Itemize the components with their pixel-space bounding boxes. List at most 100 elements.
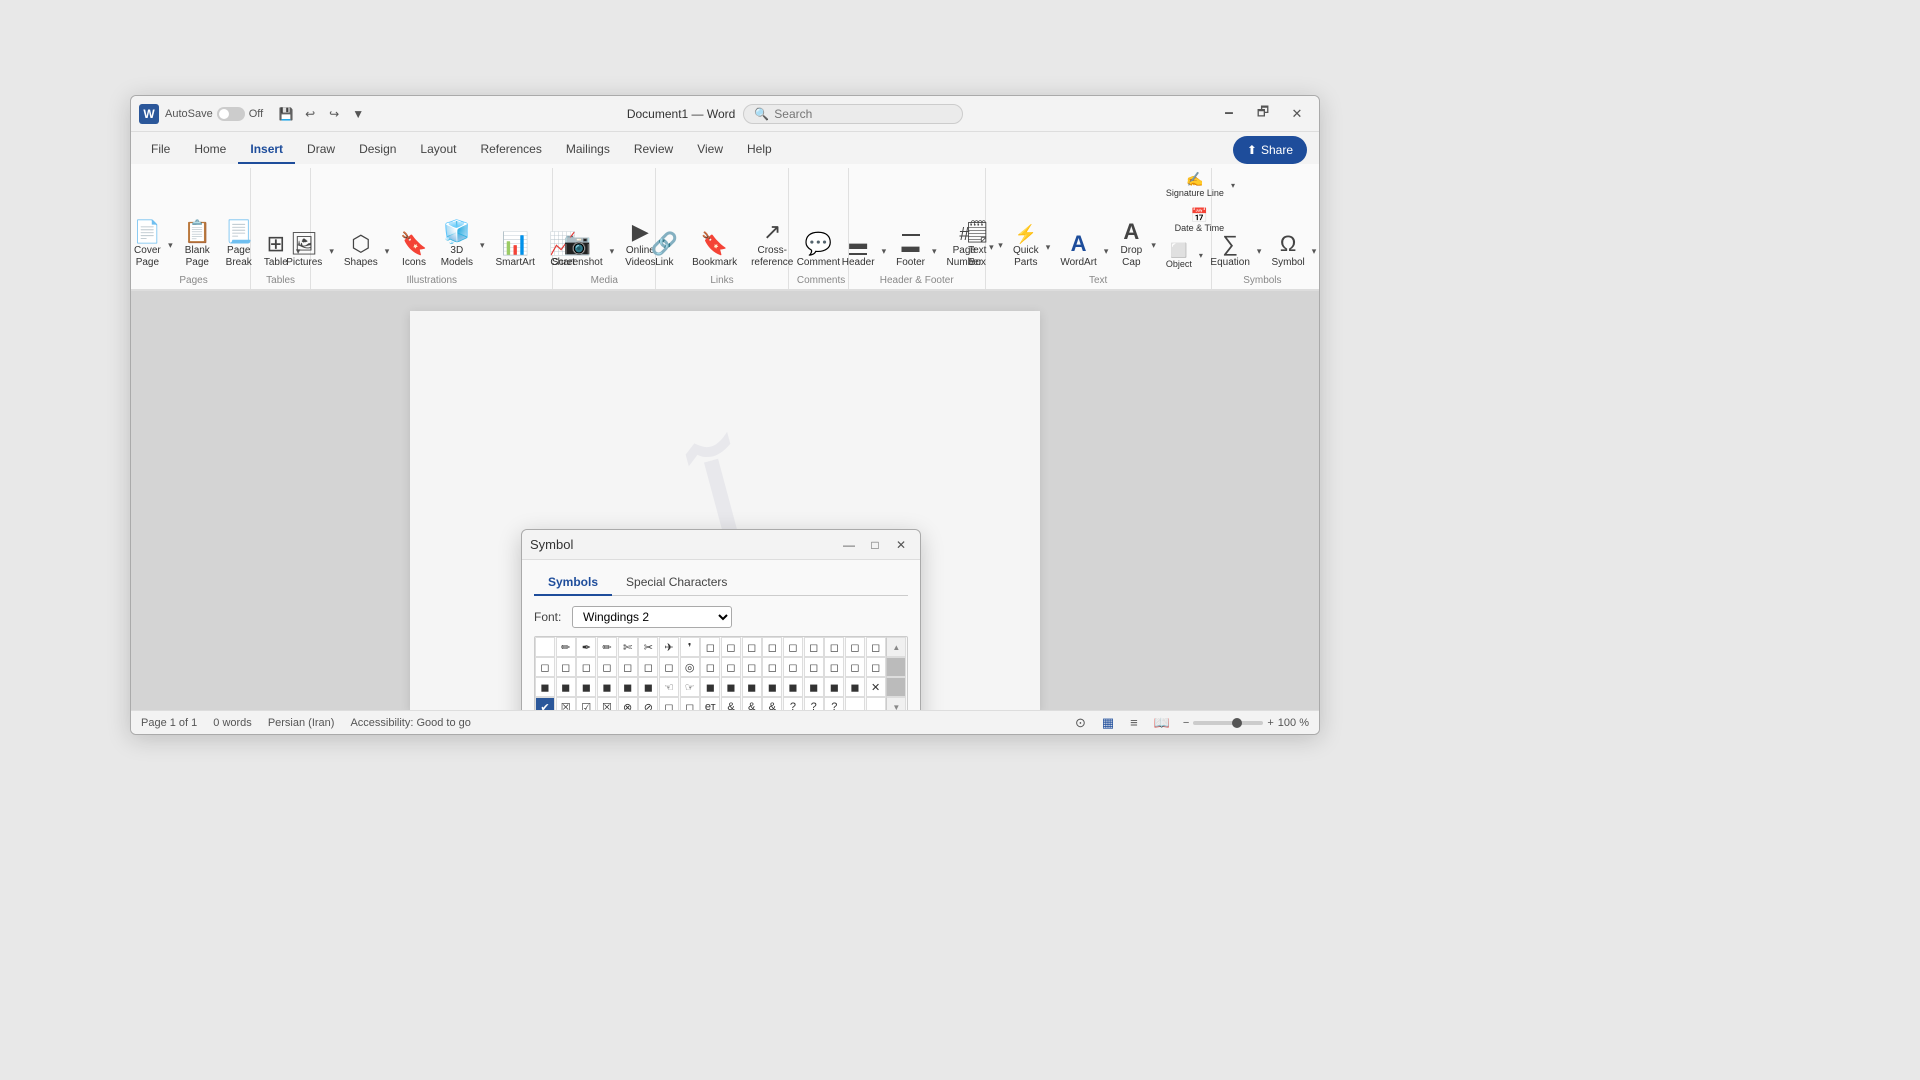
header-arrow[interactable]: ▾ bbox=[880, 242, 890, 261]
symbol-cell[interactable]: ✔ bbox=[535, 697, 555, 710]
symbol-cell[interactable]: ◻ bbox=[721, 657, 741, 677]
symbol-cell[interactable]: & bbox=[762, 697, 782, 710]
symbol-cell[interactable]: ◻ bbox=[783, 637, 803, 657]
symbol-cell[interactable]: ◼ bbox=[783, 677, 803, 697]
equation-button[interactable]: ∑ Equation bbox=[1205, 229, 1254, 273]
symbol-cell[interactable]: ◼ bbox=[576, 677, 596, 697]
symbol-cell[interactable]: ◼ bbox=[762, 677, 782, 697]
pictures-arrow[interactable]: ▾ bbox=[327, 242, 337, 261]
tab-file[interactable]: File bbox=[139, 136, 182, 164]
symbol-cell[interactable]: ◼ bbox=[845, 677, 865, 697]
symbol-cell[interactable]: ◻ bbox=[700, 637, 720, 657]
dialog-tab-symbols[interactable]: Symbols bbox=[534, 570, 612, 596]
symbol-cell[interactable]: ◻ bbox=[783, 657, 803, 677]
symbol-cell[interactable]: ◻ bbox=[597, 657, 617, 677]
window-close-button[interactable]: ✕ bbox=[1283, 103, 1311, 125]
symbol-cell[interactable]: ◻ bbox=[804, 657, 824, 677]
symbol-cell[interactable]: ? bbox=[824, 697, 844, 710]
symbol-cell[interactable]: ✕ bbox=[866, 677, 886, 697]
tab-help[interactable]: Help bbox=[735, 136, 784, 164]
symbol-cell[interactable]: ◻ bbox=[762, 637, 782, 657]
symbol-cell[interactable]: ◼ bbox=[535, 677, 555, 697]
restore-button[interactable]: 🗗 bbox=[1249, 103, 1277, 125]
symbol-cell[interactable]: ◼ bbox=[721, 677, 741, 697]
symbol-cell[interactable]: ◻ bbox=[762, 657, 782, 677]
symbol-cell[interactable]: ◻ bbox=[535, 657, 555, 677]
shapes-arrow[interactable]: ▾ bbox=[383, 242, 393, 261]
tab-references[interactable]: References bbox=[468, 136, 553, 164]
symbol-cell[interactable]: ◻ bbox=[824, 637, 844, 657]
dialog-restore-button[interactable]: □ bbox=[864, 536, 886, 554]
symbol-cell[interactable]: ☜ bbox=[659, 677, 679, 697]
symbol-cell[interactable]: ◻ bbox=[680, 697, 700, 710]
font-select[interactable]: Wingdings 2 Symbol Webdings Wingdings Wi… bbox=[572, 606, 732, 628]
print-layout-button[interactable]: ▦ bbox=[1099, 714, 1117, 732]
screenshot-arrow[interactable]: ▾ bbox=[608, 242, 618, 261]
3d-models-button[interactable]: 🧊 3DModels bbox=[436, 217, 478, 273]
textbox-button[interactable]: 🗒 TextBox bbox=[958, 217, 996, 273]
undo-button[interactable]: ↩ bbox=[299, 103, 321, 125]
search-bar[interactable]: 🔍 bbox=[743, 104, 963, 124]
symbol-cell[interactable]: ✒ bbox=[576, 637, 596, 657]
tab-design[interactable]: Design bbox=[347, 136, 408, 164]
wordart-arrow[interactable]: ▾ bbox=[1102, 242, 1112, 261]
header-button[interactable]: ▬ Header bbox=[837, 230, 880, 273]
symbol-cell[interactable]: ◼ bbox=[824, 677, 844, 697]
symbol-cell[interactable]: ◼ bbox=[618, 677, 638, 697]
symbol-cell[interactable]: ◼ bbox=[556, 677, 576, 697]
symbol-cell[interactable]: ⊗ bbox=[618, 697, 638, 710]
symbol-cell[interactable]: ◻ bbox=[659, 657, 679, 677]
symbol-cell[interactable]: ? bbox=[783, 697, 803, 710]
tab-insert[interactable]: Insert bbox=[238, 136, 295, 164]
symbol-cell[interactable]: ◻ bbox=[845, 637, 865, 657]
tab-mailings[interactable]: Mailings bbox=[554, 136, 622, 164]
tab-draw[interactable]: Draw bbox=[295, 136, 347, 164]
link-button[interactable]: 🔗 Link bbox=[645, 229, 684, 273]
footer-button[interactable]: ▬ Footer bbox=[891, 230, 930, 273]
focus-mode-button[interactable]: ⊙ bbox=[1072, 714, 1089, 732]
equation-arrow[interactable]: ▾ bbox=[1255, 242, 1265, 261]
icons-button[interactable]: 🔖 Icons bbox=[394, 229, 433, 273]
smartart-button[interactable]: 📊 SmartArt bbox=[489, 229, 540, 273]
cover-page-button[interactable]: 📄 CoverPage bbox=[129, 217, 166, 273]
symbol-cell[interactable]: ◻ bbox=[576, 657, 596, 677]
tab-view[interactable]: View bbox=[685, 136, 735, 164]
symbol-cell[interactable] bbox=[535, 637, 555, 657]
symbol-cell[interactable]: ✈ bbox=[659, 637, 679, 657]
symbol-cell[interactable]: ☒ bbox=[597, 697, 617, 710]
blank-page-button[interactable]: 📋 BlankPage bbox=[178, 217, 217, 273]
symbol-cell[interactable]: ◻ bbox=[845, 657, 865, 677]
textbox-arrow[interactable]: ▾ bbox=[996, 236, 1006, 255]
tab-layout[interactable]: Layout bbox=[408, 136, 468, 164]
symbol-cell[interactable]: ◻ bbox=[866, 657, 886, 677]
symbol-cell[interactable]: ◼ bbox=[804, 677, 824, 697]
symbol-cell[interactable]: ◻ bbox=[556, 657, 576, 677]
3d-models-arrow[interactable]: ▾ bbox=[478, 236, 488, 255]
symbol-cell[interactable]: ◻ bbox=[824, 657, 844, 677]
object-button[interactable]: ⬜ Object bbox=[1161, 239, 1197, 274]
symbol-cell[interactable]: ◻ bbox=[742, 657, 762, 677]
quick-parts-arrow[interactable]: ▾ bbox=[1044, 238, 1054, 257]
symbol-cell[interactable]: ◎ bbox=[680, 657, 700, 677]
search-input[interactable] bbox=[774, 107, 934, 121]
symbol-cell[interactable]: ◻ bbox=[742, 637, 762, 657]
cover-page-arrow[interactable]: ▾ bbox=[166, 236, 176, 255]
symbol-cell[interactable]: ◻ bbox=[618, 657, 638, 677]
symbol-cell[interactable]: ✏ bbox=[556, 637, 576, 657]
dropcap-arrow[interactable]: ▾ bbox=[1149, 236, 1159, 255]
save-button[interactable]: 💾 bbox=[275, 103, 297, 125]
symbol-cell[interactable]: ◼ bbox=[597, 677, 617, 697]
symbol-cell[interactable]: ◻ bbox=[700, 657, 720, 677]
bookmark-button[interactable]: 🔖 Bookmark bbox=[686, 229, 743, 273]
symbol-cell[interactable]: ет bbox=[700, 697, 720, 710]
symbol-cell[interactable]: ◼ bbox=[700, 677, 720, 697]
dialog-minimize-button[interactable]: — bbox=[838, 536, 860, 554]
symbol-cell[interactable]: & bbox=[742, 697, 762, 710]
symbol-cell[interactable]: ◻ bbox=[638, 657, 658, 677]
symbol-arrow[interactable]: ▾ bbox=[1310, 242, 1320, 261]
symbol-cell[interactable]: ✂ bbox=[638, 637, 658, 657]
shapes-button[interactable]: ⬡ Shapes bbox=[339, 229, 383, 273]
symbol-cell[interactable] bbox=[866, 697, 886, 710]
symbol-cell[interactable]: ☞ bbox=[680, 677, 700, 697]
autosave-toggle[interactable] bbox=[217, 107, 245, 121]
